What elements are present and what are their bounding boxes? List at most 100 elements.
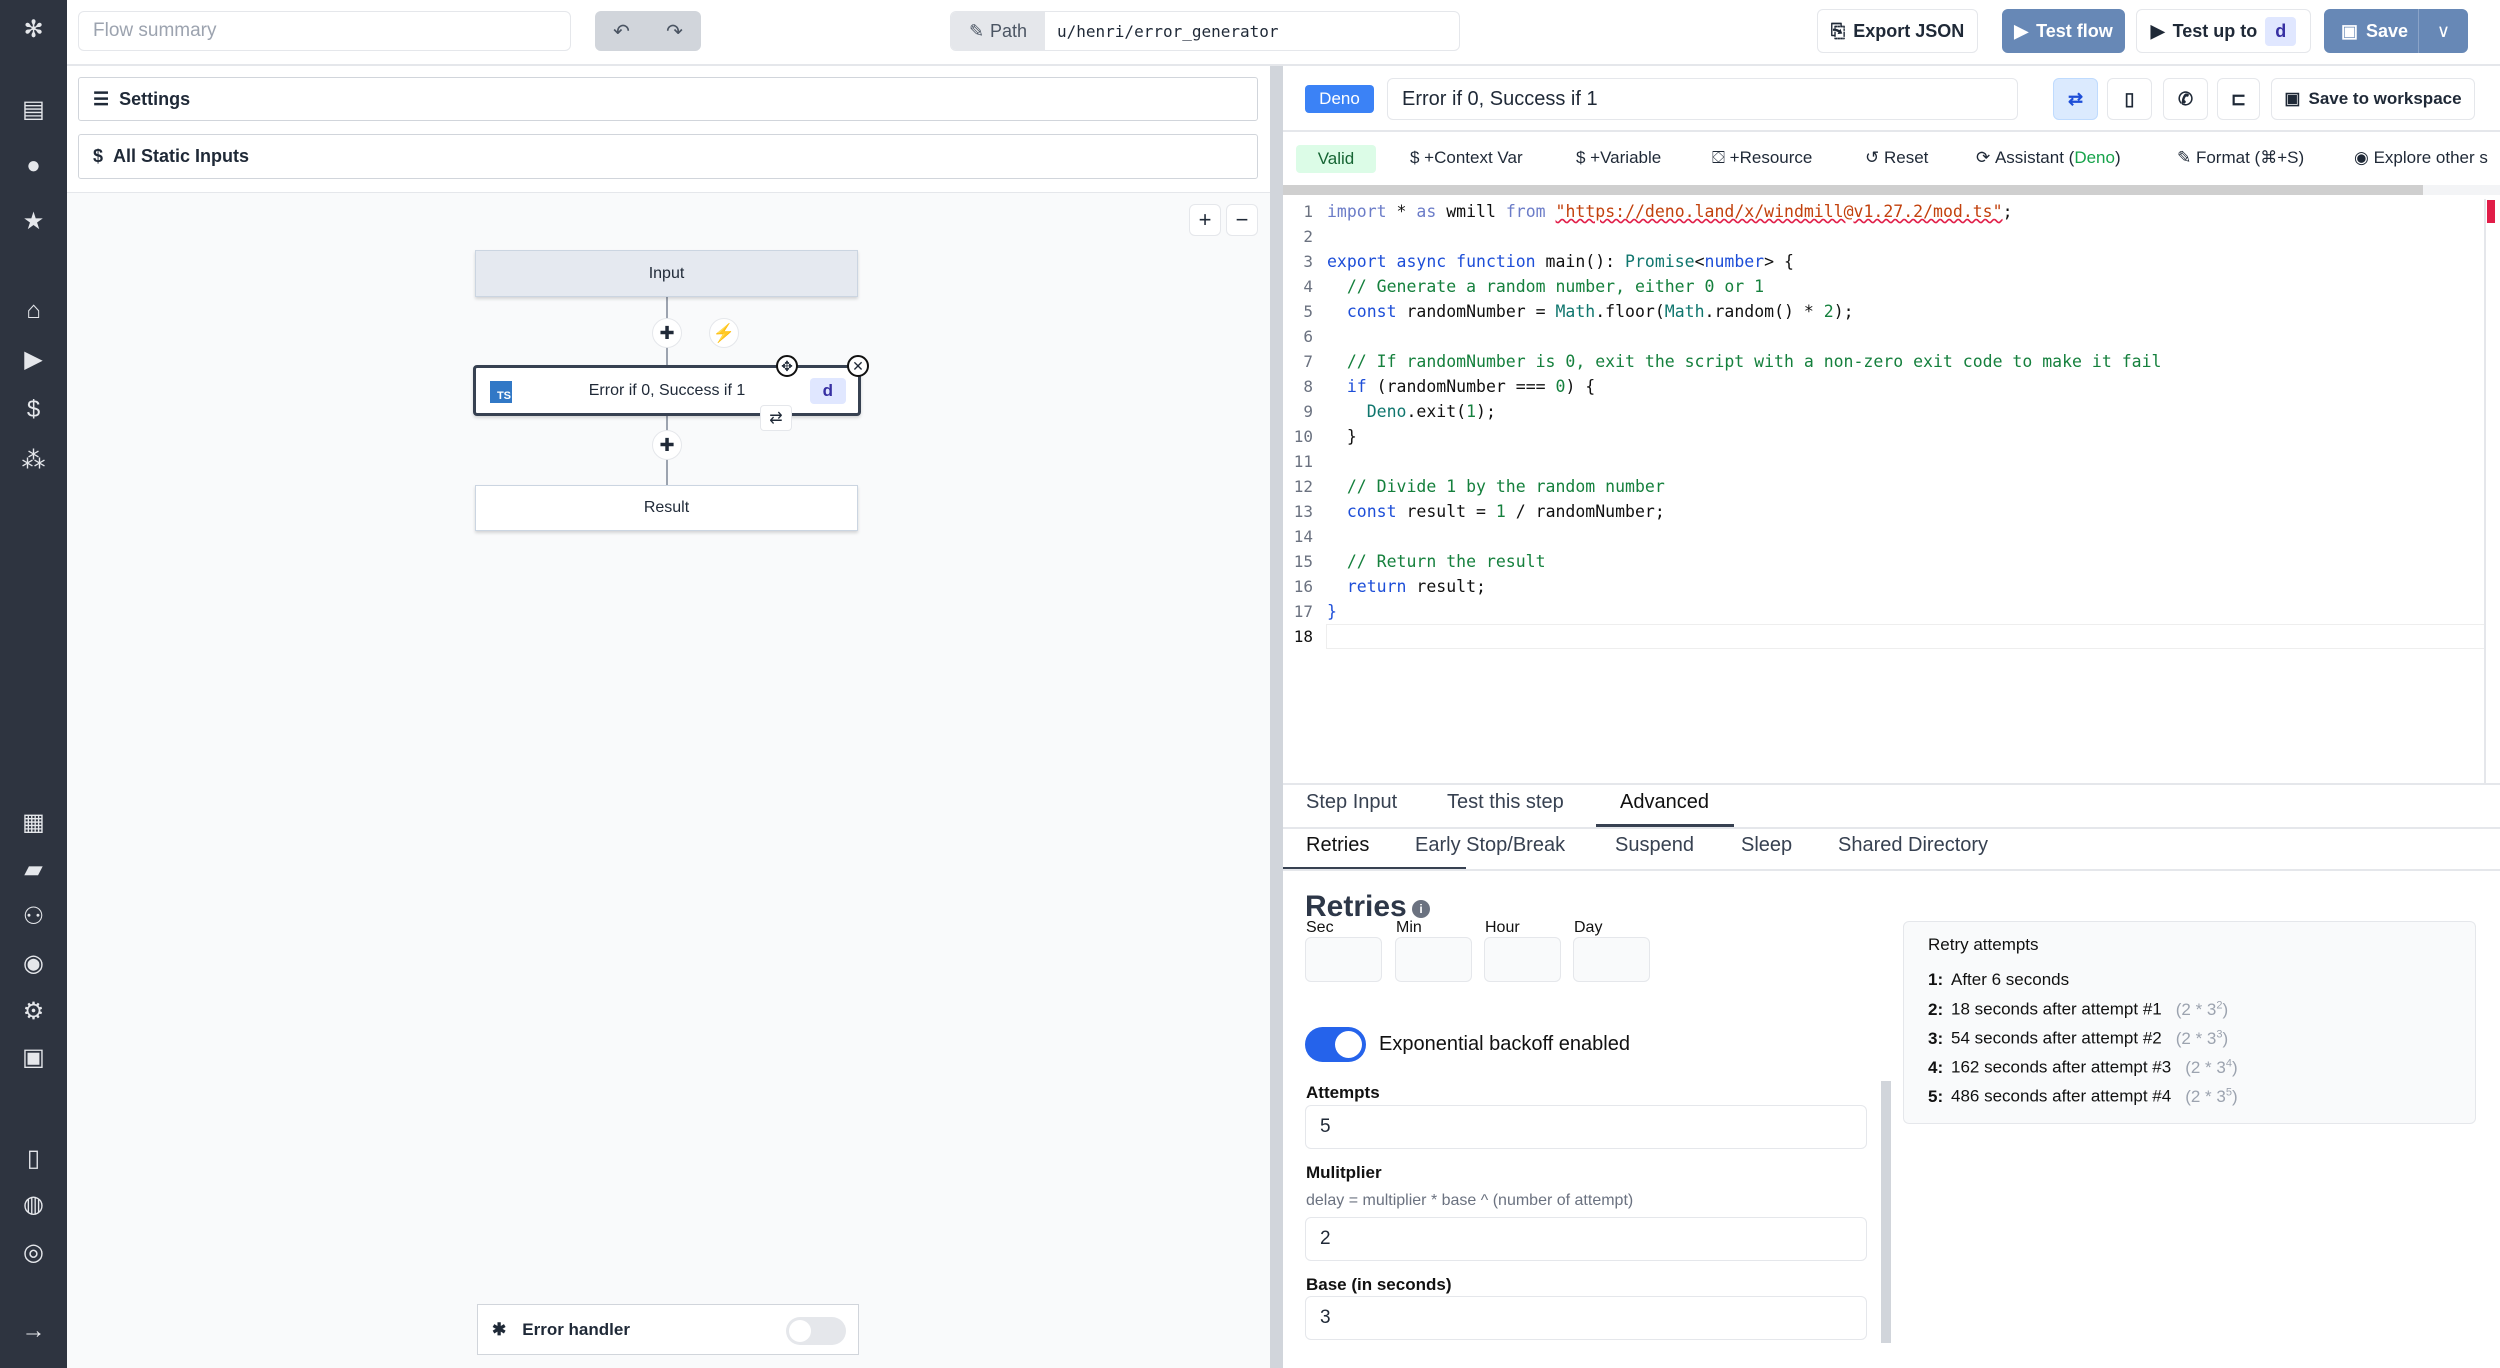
- discord-icon[interactable]: ◍: [0, 1190, 67, 1220]
- attempt-text: 18 seconds after attempt #1: [1951, 999, 2162, 1019]
- code-line[interactable]: 12 // Divide 1 by the random number: [1283, 474, 2483, 499]
- format-button[interactable]: ✎ Format (⌘+S): [2177, 137, 2304, 179]
- code-token: 2: [1823, 302, 1834, 321]
- insert-step-plus-icon[interactable]: ✚: [652, 318, 682, 348]
- dashboard-icon[interactable]: ▤: [0, 95, 67, 125]
- export-json-button[interactable]: ⎘ Export JSON: [1817, 9, 1978, 53]
- settings-button[interactable]: ☰ Settings: [78, 77, 1258, 121]
- phone-callback-icon[interactable]: ✆: [2163, 78, 2208, 120]
- folder-icon[interactable]: ▰: [0, 855, 67, 885]
- home-icon[interactable]: ⌂: [0, 296, 67, 326]
- code-line[interactable]: 2: [1283, 224, 2483, 249]
- backoff-label: Exponential backoff enabled: [1379, 1033, 1630, 1055]
- reset-button[interactable]: ↺ Reset: [1865, 137, 1928, 179]
- result-node[interactable]: Result: [475, 485, 858, 531]
- test-up-to-button[interactable]: ▶ Test up to d: [2136, 9, 2311, 53]
- move-icon[interactable]: ✥: [776, 355, 798, 377]
- redo-button[interactable]: ↷: [648, 11, 701, 51]
- code-line[interactable]: 14: [1283, 524, 2483, 549]
- resources-icon[interactable]: ⁂: [0, 446, 67, 476]
- zoom-out-button[interactable]: −: [1226, 204, 1258, 236]
- info-icon[interactable]: i: [1412, 900, 1430, 918]
- variable-button[interactable]: $ +Variable: [1576, 137, 1661, 179]
- subtab-retries[interactable]: Retries: [1306, 834, 1369, 857]
- step-summary-input[interactable]: Error if 0, Success if 1: [1387, 78, 2018, 120]
- assistant-button[interactable]: ⟳ Assistant (Deno): [1976, 137, 2121, 179]
- star-icon[interactable]: ★: [0, 207, 67, 237]
- expand-arrow-icon[interactable]: →: [0, 1316, 67, 1346]
- base-input[interactable]: 3: [1305, 1296, 1867, 1340]
- step-node[interactable]: TS Error if 0, Success if 1 d: [473, 365, 861, 416]
- horizontal-scrollbar[interactable]: [1283, 185, 2423, 195]
- trigger-lightning-icon[interactable]: ⚡: [709, 318, 739, 348]
- code-token: Math: [1555, 302, 1596, 321]
- code-line[interactable]: 7 // If randomNumber is 0, exit the scri…: [1283, 349, 2483, 374]
- code-line[interactable]: 8 if (randomNumber === 0) {: [1283, 374, 2483, 399]
- subtab-shared-directory[interactable]: Shared Directory: [1838, 834, 1988, 857]
- github-icon[interactable]: ◎: [0, 1238, 67, 1268]
- subtab-suspend[interactable]: Suspend: [1615, 834, 1694, 857]
- windmill-logo-icon[interactable]: ✻: [0, 15, 67, 45]
- mobile-view-icon[interactable]: ▯: [2107, 78, 2152, 120]
- code-line[interactable]: 5 const randomNumber = Math.floor(Math.r…: [1283, 299, 2483, 324]
- eye-icon[interactable]: ◉: [0, 949, 67, 979]
- pencil-icon: ✎: [968, 20, 985, 41]
- code-line[interactable]: 10 }: [1283, 424, 2483, 449]
- attempts-input[interactable]: 5: [1305, 1105, 1867, 1149]
- tab-step-input[interactable]: Step Input: [1306, 791, 1397, 814]
- explore-button[interactable]: ◉ Explore other s: [2354, 137, 2500, 179]
- code-line[interactable]: 3 export async function main(): Promise<n…: [1283, 249, 2483, 274]
- save-dropdown-chevron-icon[interactable]: ∨: [2418, 9, 2468, 53]
- subtab-sleep[interactable]: Sleep: [1741, 834, 1792, 857]
- context-var-button[interactable]: $ +Context Var: [1410, 137, 1523, 179]
- tab-advanced[interactable]: Advanced: [1620, 791, 1709, 814]
- close-icon[interactable]: ✕: [847, 355, 869, 377]
- code-line[interactable]: 9 Deno.exit(1);: [1283, 399, 2483, 424]
- code-line[interactable]: 6: [1283, 324, 2483, 349]
- bed-sleep-icon[interactable]: ⊏: [2217, 78, 2260, 120]
- code-line[interactable]: 13 const result = 1 / randomNumber;: [1283, 499, 2483, 524]
- error-handler-toggle[interactable]: [786, 1317, 846, 1345]
- insert-step-plus-icon[interactable]: ✚: [652, 430, 682, 460]
- flow-summary-input[interactable]: Flow summary: [78, 11, 571, 51]
- path-input[interactable]: u/henri/error_generator: [1045, 12, 1459, 50]
- code-token: result;: [1406, 577, 1486, 596]
- code-line[interactable]: 17}: [1283, 599, 2483, 624]
- undo-button[interactable]: ↶: [595, 11, 648, 51]
- sec-input[interactable]: [1305, 937, 1382, 982]
- gear-icon[interactable]: ⚙: [0, 997, 67, 1027]
- code-line[interactable]: 15 // Return the result: [1283, 549, 2483, 574]
- retry-toggle-icon[interactable]: ⇄: [2053, 78, 2098, 120]
- robot-icon[interactable]: ▣: [0, 1043, 67, 1073]
- code-line[interactable]: 1 import * as wmill from "https://deno.la…: [1283, 199, 2483, 224]
- test-flow-button[interactable]: ▶ Test flow: [2002, 9, 2125, 53]
- panel-splitter[interactable]: [1270, 66, 1283, 1368]
- attempts-label: Attempts: [1306, 1083, 1380, 1102]
- input-node[interactable]: Input: [475, 250, 858, 297]
- book-icon[interactable]: ▯: [0, 1144, 67, 1174]
- play-icon[interactable]: ▶: [0, 345, 67, 375]
- vertical-scrollbar[interactable]: [1881, 1081, 1891, 1343]
- multiplier-input[interactable]: 2: [1305, 1217, 1867, 1261]
- exponential-backoff-toggle[interactable]: [1305, 1027, 1366, 1062]
- code-line[interactable]: 16 return result;: [1283, 574, 2483, 599]
- save-to-workspace-button[interactable]: ▣ Save to workspace: [2271, 78, 2475, 120]
- calendar-icon[interactable]: ▦: [0, 808, 67, 838]
- min-input[interactable]: [1395, 937, 1472, 982]
- tab-test-this-step[interactable]: Test this step: [1447, 791, 1564, 814]
- dollar-icon[interactable]: $: [0, 395, 67, 425]
- resource-button[interactable]: ⛋ +Resource: [1712, 137, 1812, 179]
- code-line[interactable]: 4 // Generate a random number, either 0 …: [1283, 274, 2483, 299]
- groups-icon[interactable]: ⚇: [0, 902, 67, 932]
- subtab-early-stop[interactable]: Early Stop/Break: [1415, 834, 1565, 857]
- code-line[interactable]: 11: [1283, 449, 2483, 474]
- hour-input[interactable]: [1484, 937, 1561, 982]
- retry-loop-icon[interactable]: ⇄: [760, 405, 792, 431]
- user-icon[interactable]: ●: [0, 151, 67, 181]
- static-inputs-button[interactable]: $ All Static Inputs: [78, 134, 1258, 179]
- code-editor[interactable]: 1 import * as wmill from "https://deno.la…: [1283, 199, 2483, 649]
- day-input[interactable]: [1573, 937, 1650, 982]
- divider: [1283, 130, 2500, 132]
- zoom-in-button[interactable]: +: [1189, 204, 1221, 236]
